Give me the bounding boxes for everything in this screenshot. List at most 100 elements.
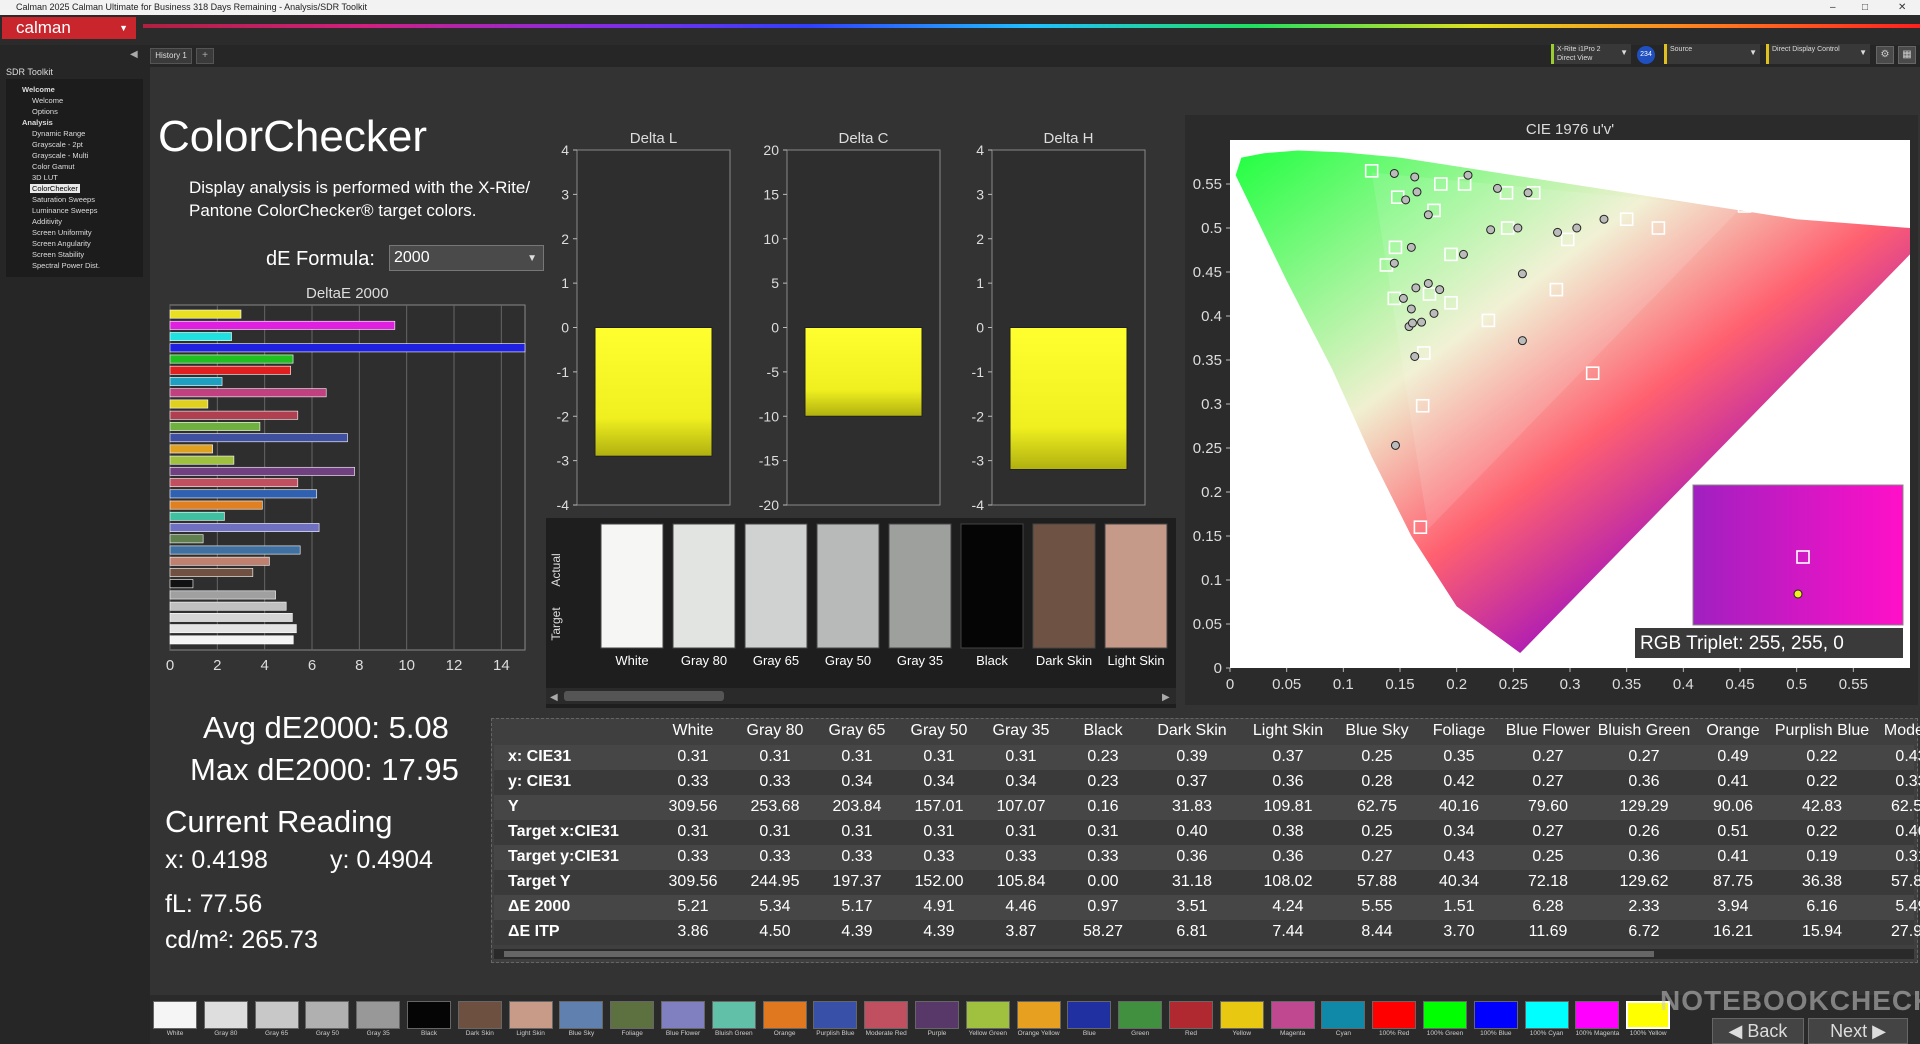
current-x-readout: x: 0.4198 [165,846,268,874]
patch-label: Gray 80 [681,653,727,668]
swatch-label: White [166,1030,184,1037]
table-cell: 0.23 [1087,748,1119,765]
swatch-button[interactable] [407,1001,451,1029]
settings-icon[interactable]: ⚙ [1876,46,1894,64]
swatch-button[interactable] [1270,1001,1315,1029]
color-patch[interactable] [816,523,880,649]
maximize-button[interactable]: □ [1862,0,1868,15]
tree-item-spectral-power[interactable]: Spectral Power Dist. [32,261,100,270]
window-title: Calman 2025 Calman Ultimate for Business… [16,2,367,12]
collapse-sidebar-icon[interactable]: ◀ [130,49,138,60]
table-cell: 107.07 [996,798,1046,815]
swatch-button[interactable] [1118,1001,1163,1029]
de-formula-value: 2000 [394,249,430,266]
tree-group-welcome[interactable]: Welcome [22,85,55,94]
swatch-button[interactable] [457,1001,502,1029]
swatch-button[interactable] [864,1001,909,1029]
swatch-button[interactable] [610,1001,655,1029]
swatch-button[interactable] [1219,1001,1264,1029]
tree-item-luminance-sweeps[interactable]: Luminance Sweeps [32,206,97,215]
swatch-button[interactable] [1423,1001,1467,1029]
calman-logo-button[interactable]: calman ▼ [2,17,136,39]
swatch-button[interactable] [661,1001,705,1029]
swatch-button[interactable] [356,1001,401,1029]
tree-item-welcome[interactable]: Welcome [32,96,63,105]
meter-selector[interactable]: X-Rite i1Pro 2 Direct View ▼ [1551,44,1631,64]
swatch-button[interactable] [965,1001,1010,1029]
y-tick-label: 0.2 [1201,484,1222,501]
tree-item-screen-uniformity[interactable]: Screen Uniformity [32,228,92,237]
back-button[interactable]: ◀ Back [1712,1018,1804,1044]
table-scroll-thumb[interactable] [504,951,1654,957]
color-patch[interactable] [960,523,1024,649]
tree-item-saturation-sweeps[interactable]: Saturation Sweeps [32,195,95,204]
tree-item-options[interactable]: Options [32,107,58,116]
add-tab-button[interactable]: + [196,48,214,64]
close-button[interactable]: ✕ [1898,0,1906,15]
tree-group-analysis[interactable]: Analysis [22,118,53,127]
swatch-button[interactable] [1473,1001,1518,1029]
swatch-button[interactable] [305,1001,350,1029]
swatch-button[interactable] [153,1001,197,1029]
color-patch[interactable] [1104,523,1168,649]
swatch-label: Cyan [1335,1030,1351,1037]
color-patch[interactable] [672,523,736,649]
swatch-button[interactable] [915,1001,959,1029]
deltae-bar [169,332,232,342]
source-selector[interactable]: Source ▼ [1664,44,1760,64]
de-formula-select[interactable]: 2000 ▼ [389,245,544,271]
tree-item-grayscale-multi[interactable]: Grayscale - Multi [32,151,88,160]
tree-item-dynamic-range[interactable]: Dynamic Range [32,129,85,138]
swatch-button[interactable] [508,1001,553,1029]
color-patch[interactable] [1032,523,1096,649]
swatch-button[interactable] [813,1001,858,1029]
tree-item-3d-lut[interactable]: 3D LUT [32,173,58,182]
swatch-button[interactable] [203,1001,248,1029]
table-cell: 0.36 [1628,848,1660,865]
tree-item-colorchecker[interactable]: ColorChecker [30,184,80,193]
table-row-label: Y [508,798,519,815]
results-table: White Gray 80 Gray 65 Gray 50 Gray 35 Black Da… [491,718,1920,963]
swatch-button[interactable] [1321,1001,1366,1029]
y-tick-label: 0.4 [1201,308,1222,325]
swatch-button[interactable] [762,1001,807,1029]
scroll-left-icon[interactable]: ◀ [550,692,558,703]
swatch-button[interactable] [254,1001,299,1029]
swatch-button[interactable] [1016,1001,1061,1029]
swatch-button[interactable] [1372,1001,1417,1029]
color-patch[interactable] [744,523,808,649]
y-tick-label: 15 [763,186,779,202]
display-selector[interactable]: Direct Display Control ▼ [1766,44,1870,64]
tree-item-additivity[interactable]: Additivity [32,217,62,226]
table-cell: 0.22 [1806,773,1838,790]
tree-item-color-gamut[interactable]: Color Gamut [32,162,75,171]
swatch-button[interactable] [711,1001,756,1029]
next-button[interactable]: Next ▶ [1808,1018,1908,1044]
measured-point [1429,308,1439,318]
swatch-button[interactable] [559,1001,604,1029]
table-scrollbar[interactable] [494,949,1914,959]
table-cell: 42.83 [1801,798,1843,815]
back-label: Back [1747,1021,1788,1041]
swatch-button[interactable] [1067,1001,1112,1029]
y-tick-label: 0.3 [1201,396,1222,413]
scroll-right-icon[interactable]: ▶ [1162,692,1170,703]
measured-point [1389,168,1399,178]
measured-point [1458,249,1468,259]
color-patch[interactable] [888,523,952,649]
tree-item-screen-angularity[interactable]: Screen Angularity [32,239,91,248]
expand-icon[interactable]: ▦ [1898,46,1916,64]
color-patch[interactable] [600,523,664,649]
patch-scroll-thumb[interactable] [564,691,724,701]
swatch-button[interactable] [1575,1001,1620,1029]
tree-item-grayscale-2pt[interactable]: Grayscale - 2pt [32,140,83,149]
deltae-bar [169,500,263,510]
swatch-button[interactable] [1524,1001,1569,1029]
tab-history-1[interactable]: History 1 [150,48,192,64]
table-cell: 11.69 [1528,923,1568,940]
minimize-button[interactable]: – [1830,0,1836,15]
de-formula-label: dE Formula: [266,248,375,270]
table-cell: 109.81 [1263,798,1313,815]
tree-item-screen-stability[interactable]: Screen Stability [32,250,84,259]
swatch-button[interactable] [1169,1001,1213,1029]
